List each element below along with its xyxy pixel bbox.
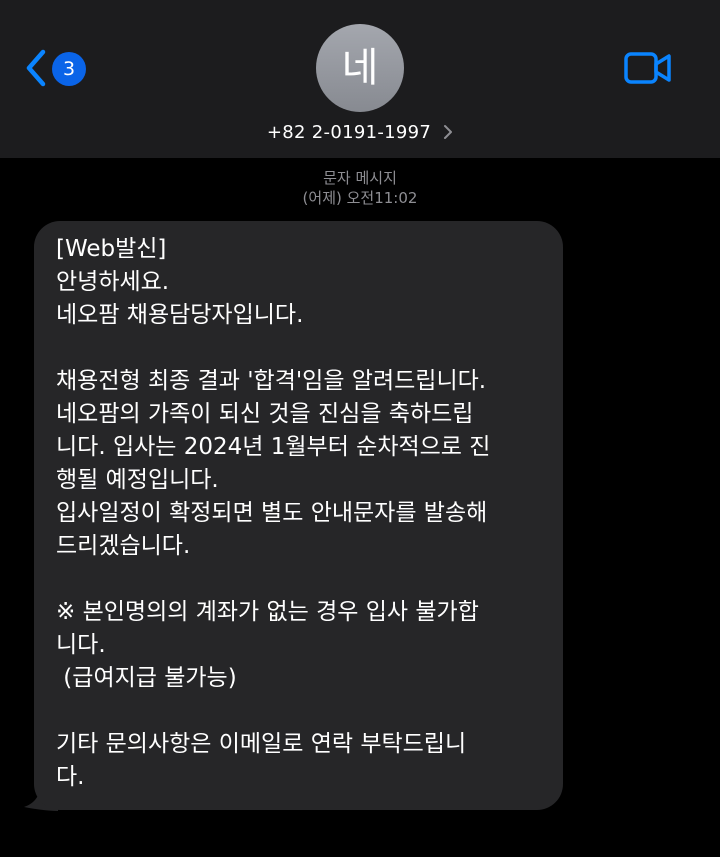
messages-app: 3 네 +82 2-0191-1997 문자 메시지 (어제) 오전11:02 (0, 0, 720, 857)
contact-avatar[interactable]: 네 (316, 24, 404, 112)
message-bubble-container[interactable]: [Web발신] 안녕하세요. 네오팜 채용담당자입니다. 채용전형 최종 결과 … (24, 221, 564, 811)
message-line (56, 563, 545, 596)
video-camera-icon (624, 52, 672, 90)
message-line: 입사일정이 확정되면 별도 안내문자를 발송해 (56, 500, 488, 526)
message-line: 채용전형 최종 결과 '합격'임을 알려드립니다. (56, 368, 487, 394)
chevron-right-icon (443, 124, 453, 140)
message-timestamp: (어제) 오전11:02 (302, 189, 418, 207)
message-line: (급여지급 불가능) (56, 665, 237, 691)
message-timestamp-block: 문자 메시지 (어제) 오전11:02 (0, 168, 720, 208)
message-line (56, 332, 545, 365)
contact-number: +82 2-0191-1997 (266, 121, 432, 143)
message-line: 네오팜 채용담당자입니다. (56, 302, 304, 328)
back-button[interactable]: 3 (24, 46, 90, 90)
message-line: 다. (56, 764, 85, 790)
video-call-button[interactable] (624, 50, 672, 86)
message-bubble[interactable]: [Web발신] 안녕하세요. 네오팜 채용담당자입니다. 채용전형 최종 결과 … (34, 221, 563, 810)
message-line: 드리겠습니다. (56, 533, 191, 559)
message-line: [Web발신] (56, 236, 167, 262)
chevron-left-icon (24, 48, 48, 88)
conversation-header: 3 네 +82 2-0191-1997 (0, 0, 720, 158)
message-line: 니다. (56, 632, 106, 658)
contact-details-button[interactable]: +82 2-0191-1997 (0, 118, 720, 146)
message-line (56, 695, 545, 728)
message-line: 안녕하세요. (56, 269, 170, 295)
message-line: 네오팜의 가족이 되신 것을 진심을 축하드립 (56, 401, 474, 427)
message-line: 기타 문의사항은 이메일로 연락 부탁드립니 (56, 731, 467, 757)
message-line: 니다. 입사는 2024년 1월부터 순차적으로 진 (56, 434, 491, 460)
message-line: 행될 예정입니다. (56, 467, 219, 493)
message-line: ※ 본인명의의 계좌가 없는 경우 입사 불가합 (56, 599, 479, 625)
service-label: 문자 메시지 (323, 169, 397, 187)
unread-count-badge: 3 (52, 52, 86, 86)
